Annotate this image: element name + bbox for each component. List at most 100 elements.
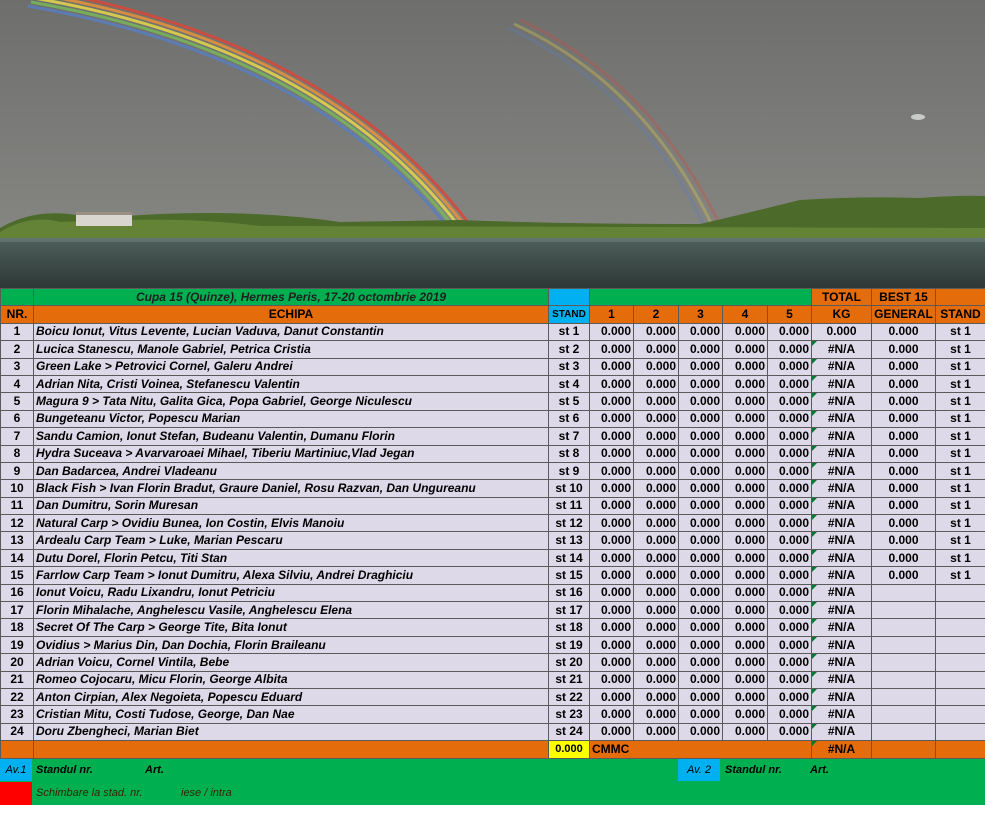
table-row: 2 Lucica Stanescu, Manole Gabriel, Petric…: [0, 340, 985, 359]
round-1-value: 0.000: [589, 601, 634, 620]
round-1-value: 0.000: [589, 409, 634, 429]
column-header-row: NR. ECHIPA STAND 1 2 3 4 5 KG GENERAL ST…: [0, 305, 985, 324]
round-5-value: 0.000: [767, 531, 812, 550]
round-1-value: 0.000: [589, 670, 634, 689]
round-3-value: 0.000: [678, 705, 723, 724]
row-number: 21: [0, 670, 34, 689]
row-number: 12: [0, 514, 34, 533]
table-row: 23 Cristian Mitu, Costi Tudose, George, D…: [0, 705, 985, 724]
round-3-value: 0.000: [678, 357, 723, 376]
total-kg-value: #N/A: [811, 374, 872, 394]
round-4-value: 0.000: [722, 548, 768, 568]
total-kg-value: #N/A: [811, 566, 872, 585]
stand: st 3: [548, 357, 590, 376]
stand: st 9: [548, 461, 590, 481]
round-4-value: 0.000: [722, 461, 768, 481]
team-names: Dutu Dorel, Florin Petcu, Titi Stan: [33, 548, 549, 568]
stand-last: st 1: [935, 548, 985, 568]
footer-panel: Av.1 Standul nr. Art. Av. 2 Standul nr. …: [0, 758, 985, 805]
title-row: Cupa 15 (Quinze), Hermes Peris, 17-20 oc…: [0, 287, 985, 307]
round-5-value: 0.000: [767, 687, 812, 707]
round-1-value: 0.000: [589, 705, 634, 724]
stand-last: st 1: [935, 357, 985, 376]
row-number: 7: [0, 427, 34, 446]
round-5-value: 0.000: [767, 601, 812, 620]
summary-row: 0.000 CMMC #N/A: [0, 740, 985, 759]
out-in-label: iese / intra: [181, 786, 232, 799]
team-names: Cristian Mitu, Costi Tudose, George, Dan…: [33, 705, 549, 724]
col-nr: NR.: [0, 305, 34, 324]
round-1-value: 0.000: [589, 427, 634, 446]
stand-last: [935, 722, 985, 742]
round-2-value: 0.000: [633, 722, 679, 742]
round-5-value: 0.000: [767, 340, 812, 359]
team-names: Bungeteanu Victor, Popescu Marian: [33, 409, 549, 429]
round-2-value: 0.000: [633, 357, 679, 376]
round-1-value: 0.000: [589, 392, 634, 411]
total-kg-value: #N/A: [811, 531, 872, 550]
best-general-value: [871, 601, 936, 620]
stand: st 21: [548, 670, 590, 689]
round-1-value: 0.000: [589, 357, 634, 376]
total-kg-value: 0.000: [811, 322, 872, 342]
change-stand-label: Schimbare la stad. nr.: [36, 786, 143, 799]
total-kg-value: #N/A: [811, 687, 872, 707]
team-names: Ionut Voicu, Radu Lixandru, Ionut Petric…: [33, 583, 549, 603]
best-general-value: 0.000: [871, 531, 936, 550]
stand-last: [935, 670, 985, 689]
round-3-value: 0.000: [678, 409, 723, 429]
rounds-header-fill: [589, 287, 812, 307]
round-1-value: 0.000: [589, 340, 634, 359]
round-2-value: 0.000: [633, 461, 679, 481]
round-5-value: 0.000: [767, 444, 812, 463]
table-row: 21 Romeo Cojocaru, Micu Florin, George Al…: [0, 670, 985, 689]
best-general-value: 0.000: [871, 322, 936, 342]
round-2-value: 0.000: [633, 479, 679, 498]
round-3-value: 0.000: [678, 514, 723, 533]
row-number: 3: [0, 357, 34, 376]
best-general-value: [871, 583, 936, 603]
stand-last: st 1: [935, 427, 985, 446]
stand-last: st 1: [935, 322, 985, 342]
header-photo-rainbow-lake: [0, 0, 985, 288]
stand: st 11: [548, 496, 590, 516]
round-2-value: 0.000: [633, 409, 679, 429]
round-1-value: 0.000: [589, 566, 634, 585]
summary-spacer: [0, 740, 34, 759]
stand-last: [935, 705, 985, 724]
round-1-value: 0.000: [589, 479, 634, 498]
team-names: Natural Carp > Ovidiu Bunea, Ion Costin,…: [33, 514, 549, 533]
col-round-5: 5: [767, 305, 812, 324]
round-5-value: 0.000: [767, 461, 812, 481]
round-3-value: 0.000: [678, 635, 723, 655]
round-1-value: 0.000: [589, 496, 634, 516]
team-names: Anton Cirpian, Alex Negoieta, Popescu Ed…: [33, 687, 549, 707]
stand: st 14: [548, 548, 590, 568]
total-kg-value: #N/A: [811, 722, 872, 742]
row-number: 20: [0, 653, 34, 672]
round-3-value: 0.000: [678, 670, 723, 689]
round-1-value: 0.000: [589, 548, 634, 568]
best-general-value: [871, 635, 936, 655]
round-4-value: 0.000: [722, 705, 768, 724]
stand: st 17: [548, 601, 590, 620]
round-2-value: 0.000: [633, 514, 679, 533]
stand: st 8: [548, 444, 590, 463]
stand: st 19: [548, 635, 590, 655]
round-4-value: 0.000: [722, 722, 768, 742]
round-4-value: 0.000: [722, 444, 768, 463]
stand-last: st 1: [935, 374, 985, 394]
round-3-value: 0.000: [678, 496, 723, 516]
round-2-value: 0.000: [633, 618, 679, 637]
stand: st 18: [548, 618, 590, 637]
round-3-value: 0.000: [678, 322, 723, 342]
best-general-value: [871, 618, 936, 637]
av2-standul-label: Standul nr.: [725, 763, 782, 776]
round-1-value: 0.000: [589, 687, 634, 707]
total-kg-value: #N/A: [811, 514, 872, 533]
team-names: Green Lake > Petrovici Cornel, Galeru An…: [33, 357, 549, 376]
round-2-value: 0.000: [633, 548, 679, 568]
round-4-value: 0.000: [722, 322, 768, 342]
team-names: Secret Of The Carp > George Tite, Bita I…: [33, 618, 549, 637]
stand-last: st 1: [935, 479, 985, 498]
